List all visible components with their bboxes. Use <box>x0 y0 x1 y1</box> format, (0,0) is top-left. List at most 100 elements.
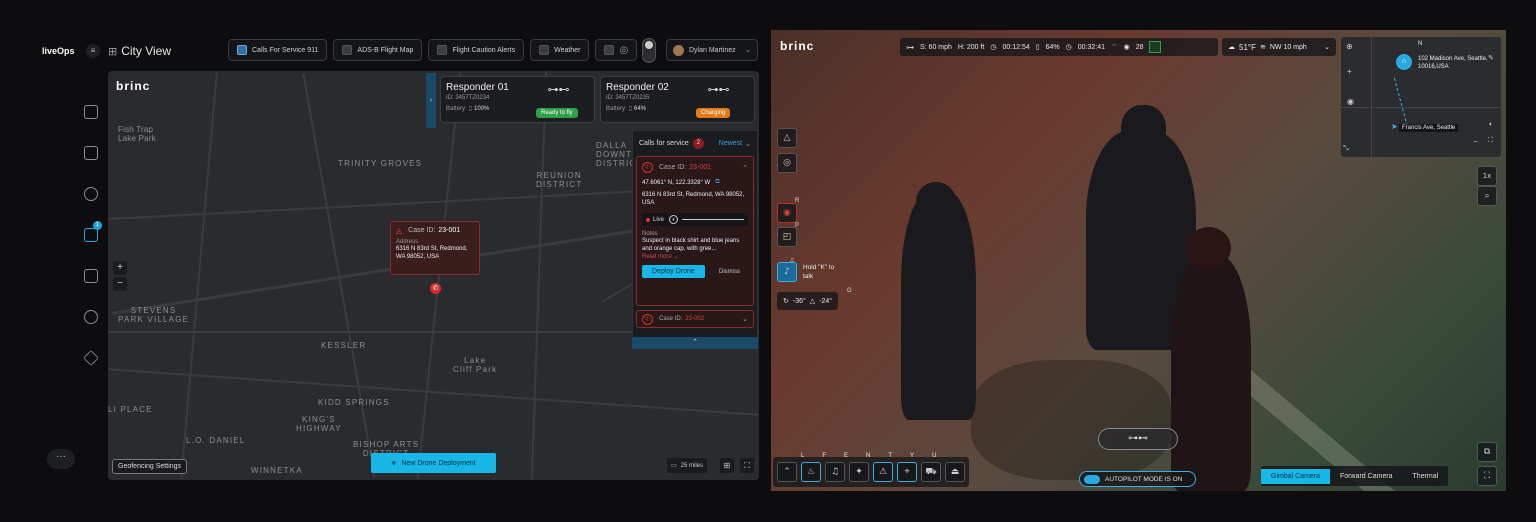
flash-button[interactable]: ✦ <box>849 462 869 482</box>
drone-camera-view: brinc ⊶ S: 60 mph H: 200 ft ◷ 00:12:54 ▯ 6… <box>771 30 1506 491</box>
hotkey-label: U <box>932 453 937 459</box>
edit-icon[interactable]: ✎ <box>1488 54 1494 62</box>
more-options-icon[interactable]: ··· <box>47 449 75 469</box>
checkbox-icon[interactable] <box>342 45 353 55</box>
minimap-pin-icon[interactable]: ◉ <box>1347 97 1354 106</box>
spotlight-button[interactable]: △ <box>777 128 797 148</box>
map-style-icon[interactable]: ⊞ <box>720 458 734 473</box>
checkbox-icon[interactable] <box>604 45 615 55</box>
filter-flight-caution[interactable]: Flight Caution Alerts <box>428 39 525 61</box>
status-badge: Ready to fly <box>536 108 578 118</box>
target-button[interactable]: ◎ <box>777 153 797 173</box>
map-toggle-icon[interactable] <box>1149 41 1162 53</box>
recenter-icon[interactable]: ◐ <box>1489 121 1493 128</box>
filter-label: Weather <box>554 46 581 54</box>
chevron-up-icon[interactable]: ⌃ <box>742 164 748 172</box>
road <box>530 71 548 480</box>
nav-fleet-icon[interactable] <box>84 228 98 242</box>
land-button[interactable]: ⏏ <box>945 462 965 482</box>
audio-player[interactable]: Live ⏸ <box>642 213 748 226</box>
filter-adsb[interactable]: ADS-B Flight Map <box>333 39 423 61</box>
nav-users-icon[interactable] <box>84 310 98 324</box>
filter-weather[interactable]: Weather <box>530 39 590 61</box>
chevron-down-icon[interactable]: ⌄ <box>742 315 748 323</box>
scale-label: 25 miles <box>680 462 704 469</box>
checkbox-icon[interactable] <box>539 45 550 55</box>
toggle-switch[interactable] <box>642 38 656 63</box>
call-address: 6316 N 83rd St, Redmond, WA 98052, USA <box>642 192 745 206</box>
minimap-zoom-out[interactable]: − <box>1473 137 1478 146</box>
drone-overlay-icon: ⊶⊷ <box>1098 428 1178 450</box>
sort-dropdown[interactable]: Newest <box>719 140 742 147</box>
responder-card[interactable]: Responder 01 ID: 3457TZ0234 Battery: ▯ 100… <box>440 76 595 123</box>
case-popup[interactable]: ◬ Case ID: 23-001 Address 6316 N 83rd St, … <box>390 221 480 275</box>
battery-label: Battery: <box>446 105 467 112</box>
filter-extra[interactable]: ◎ <box>595 39 638 61</box>
zoom-search-icon[interactable]: ⌕ <box>1477 186 1497 206</box>
push-to-talk-hint: Hold "K" to talk <box>803 264 835 280</box>
person-figure <box>1171 255 1251 491</box>
responders-collapse-tab[interactable]: › <box>426 73 436 128</box>
location-pin-icon: ⌂ <box>1396 54 1412 70</box>
signal-icon: ⌔ <box>1110 43 1118 51</box>
responder-card[interactable]: Responder 02 ID: 3457TZ0235 Battery: ▯ 64%… <box>600 76 755 123</box>
minimap-expand-icon[interactable]: ⛶ <box>1488 137 1493 145</box>
minimap[interactable]: ⊕ N ⌂ 102 Madison Ave, Seattle, 10016,US… <box>1341 37 1501 157</box>
deploy-drone-button[interactable]: Deploy Drone <box>642 265 705 278</box>
shadow <box>971 360 1171 480</box>
autopilot-indicator[interactable]: AUTOPILOT MODE IS ON <box>1079 471 1196 487</box>
tracking-button[interactable]: ⌖ <box>897 462 917 482</box>
hotkey-label: T <box>888 453 893 459</box>
fullscreen-icon[interactable]: ⛶ <box>740 458 754 473</box>
person-figure <box>901 190 976 420</box>
snapshot-button[interactable]: ◰ <box>777 227 797 247</box>
copy-icon[interactable]: ⧉ <box>715 179 719 186</box>
geofencing-settings-button[interactable]: Geofencing Settings <box>112 459 188 474</box>
audio-progress[interactable] <box>682 219 744 220</box>
nav-reports-icon[interactable] <box>84 105 98 119</box>
checkbox-icon[interactable] <box>437 45 448 55</box>
district-label: REUNION DISTRICT <box>536 171 583 189</box>
record-button[interactable]: ◉ <box>777 203 797 223</box>
pip-toggle-icon[interactable]: ⧉ <box>1477 442 1497 462</box>
weather-readout[interactable]: ☁ 51°F ≋ NW 10 mph ⌄ <box>1222 38 1336 56</box>
nav-media-icon[interactable] <box>84 269 98 283</box>
call-card-collapsed[interactable]: ✆ Case ID: 23-002 ⌄ <box>636 310 754 328</box>
siren-button[interactable]: ⚠ <box>873 462 893 482</box>
yaw-icon: ↻ <box>783 298 789 305</box>
nav-dashboard-icon[interactable] <box>84 146 98 160</box>
minimap-zoom-in[interactable]: + <box>1347 67 1352 76</box>
light-button[interactable]: ♨ <box>801 462 821 482</box>
compass-icon[interactable]: ⊕ <box>1346 42 1353 51</box>
fullscreen-icon[interactable]: ⛶ <box>1477 466 1497 486</box>
pause-icon[interactable]: ⏸ <box>669 215 679 224</box>
read-more-link[interactable]: Read more ⌄ <box>642 253 748 260</box>
tab-forward-camera[interactable]: Forward Camera <box>1330 469 1403 484</box>
pitch-icon: △ <box>809 298 816 305</box>
speaker-button[interactable]: ♫ <box>825 462 845 482</box>
menu-toggle-icon[interactable]: ≡ <box>86 44 100 58</box>
checkbox-icon[interactable] <box>237 45 247 55</box>
incident-marker-icon[interactable]: ✆ <box>430 283 441 294</box>
vehicle-button[interactable]: ⛟ <box>921 462 941 482</box>
panel-collapse-bar[interactable]: ⌃ <box>632 337 758 349</box>
speaker-icon: ♫ <box>789 257 795 264</box>
avatar <box>673 44 684 56</box>
new-drone-deployment-button[interactable]: ⌖ New Drone Deployment <box>371 453 496 473</box>
zoom-out-button[interactable]: − <box>113 277 127 291</box>
microphone-button[interactable]: ♪ <box>777 262 797 282</box>
minimap-resize-icon[interactable]: ⤡ <box>1343 145 1349 153</box>
case-id-label: Case ID: <box>659 316 683 322</box>
user-menu[interactable]: Dylan Martinez ⌄ <box>666 39 758 61</box>
call-card-expanded[interactable]: ✆ Case ID: 23-001 ⌃ 47.6061° N, 122.3328° W… <box>636 156 754 306</box>
coordinates: 47.6061° N, 122.3328° W <box>642 179 711 186</box>
zoom-in-button[interactable]: + <box>113 261 127 275</box>
filter-calls-911[interactable]: Calls For Service 911 <box>228 39 328 61</box>
dismiss-button[interactable]: Dismiss <box>719 269 740 275</box>
tab-gimbal-camera[interactable]: Gimbal Camera <box>1261 468 1331 484</box>
nav-drone-icon[interactable] <box>84 187 98 201</box>
tab-thermal[interactable]: Thermal <box>1403 469 1449 484</box>
person-figure <box>1186 227 1231 269</box>
expand-toolbar-icon[interactable]: ⌃ <box>777 462 797 482</box>
alert-icon: ◬ <box>396 226 403 235</box>
